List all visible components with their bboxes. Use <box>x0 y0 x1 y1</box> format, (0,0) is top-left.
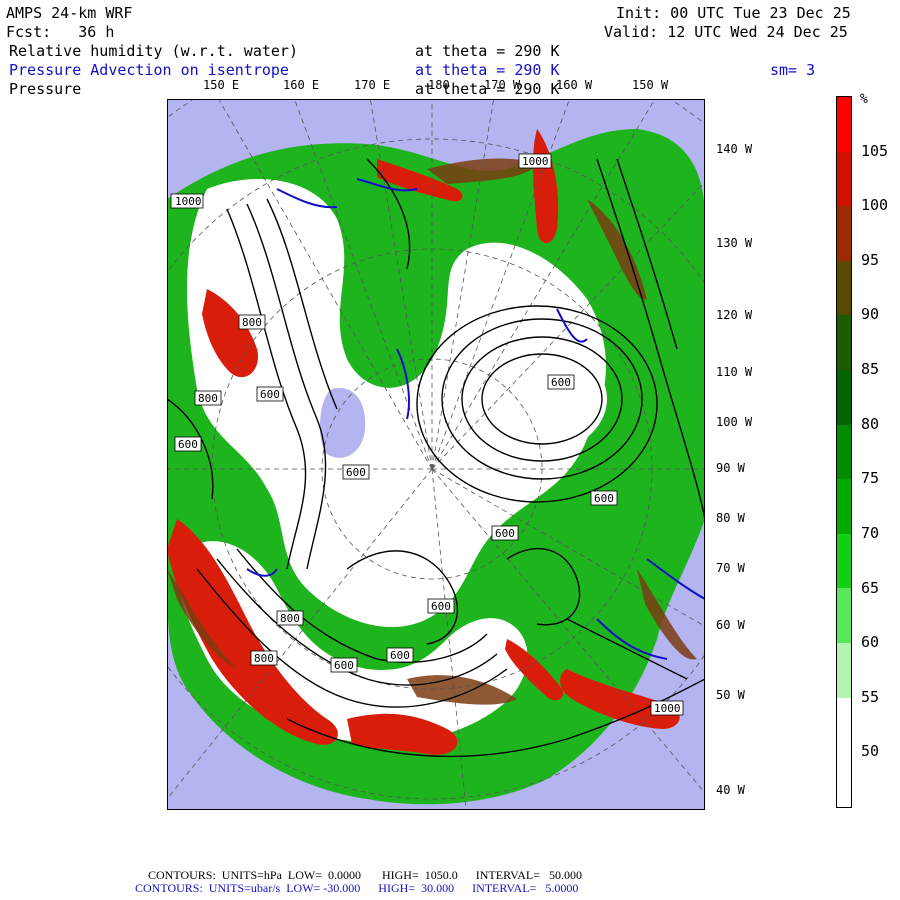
colorbar-segment <box>837 315 851 371</box>
contour-label: 800 <box>280 612 300 625</box>
side-lon-label: 100 W <box>716 415 753 429</box>
colorbar-label: 90 <box>861 305 880 324</box>
colorbar-segment <box>837 752 851 807</box>
valid-time: Valid: 12 UTC Wed 24 Dec 25 <box>604 23 848 41</box>
contour-label: 1000 <box>175 195 202 208</box>
field-rh-level: at theta = 290 K <box>415 42 560 60</box>
contour-label: 600 <box>178 438 198 451</box>
colorbar-label: 105 <box>861 141 889 160</box>
colorbar-segment <box>837 479 851 534</box>
colorbar-segment <box>837 424 851 480</box>
forecast-hour: Fcst: 36 h <box>6 23 115 41</box>
contour-label: 1000 <box>654 702 681 715</box>
side-lon-label: 80 W <box>716 511 745 525</box>
lon-label: 150 W <box>632 78 669 92</box>
colorbar-label: 55 <box>861 687 880 706</box>
lon-label: 170 E <box>354 78 391 92</box>
model-title: AMPS 24-km WRF <box>6 4 133 22</box>
colorbar-segment <box>837 206 851 261</box>
colorbar-unit: % <box>860 92 868 107</box>
colorbar-label: 80 <box>861 414 880 433</box>
smoothing-label: sm= 3 <box>770 61 816 79</box>
colorbar <box>836 96 852 808</box>
side-lon-label: 110 W <box>716 365 753 379</box>
side-lon-label: 130 W <box>716 236 753 250</box>
colorbar-segment <box>837 643 851 698</box>
contour-label: 600 <box>431 600 451 613</box>
contour-label: 600 <box>390 649 410 662</box>
side-lon-label: 120 W <box>716 308 753 322</box>
field-padv-level: at theta = 290 K <box>415 61 560 79</box>
side-lon-label: 40 W <box>716 783 745 797</box>
contour-label: 800 <box>198 392 218 405</box>
footer-contours-advection: CONTOURS: UNITS=ubar/s LOW= -30.000 HIGH… <box>135 881 579 895</box>
side-lon-label: 70 W <box>716 561 745 575</box>
isentropic-map: 1000 800 800 600 600 600 600 600 600 600… <box>167 99 705 810</box>
contour-label: 1000 <box>522 155 549 168</box>
lon-label: 160 W <box>556 78 593 92</box>
colorbar-label: 60 <box>861 633 880 652</box>
lon-label: 170 W <box>484 78 521 92</box>
init-time: Init: 00 UTC Tue 23 Dec 25 <box>616 4 851 22</box>
field-pressure-name: Pressure <box>9 80 82 98</box>
side-lon-label: 90 W <box>716 461 745 475</box>
side-lon-label: 60 W <box>716 618 745 632</box>
colorbar-segment <box>837 697 851 753</box>
colorbar-segment <box>837 260 851 316</box>
contour-label: 600 <box>346 466 366 479</box>
contour-label: 800 <box>242 316 262 329</box>
contour-label: 600 <box>334 659 354 672</box>
lon-label: 160 E <box>283 78 320 92</box>
colorbar-segment <box>837 533 851 589</box>
contour-label: 800 <box>254 652 274 665</box>
colorbar-label: 75 <box>861 469 880 488</box>
colorbar-segment <box>837 370 851 425</box>
colorbar-label: 65 <box>861 578 880 597</box>
field-rh-name: Relative humidity (w.r.t. water) <box>9 42 298 60</box>
side-lon-label: 140 W <box>716 142 753 156</box>
colorbar-segment <box>837 97 851 152</box>
contour-label: 600 <box>551 376 571 389</box>
colorbar-segment <box>837 588 851 644</box>
colorbar-label: 50 <box>861 742 880 761</box>
contour-label: 600 <box>594 492 614 505</box>
contour-label: 600 <box>495 527 515 540</box>
lon-label: 150 E <box>203 78 240 92</box>
colorbar-label: 85 <box>861 360 880 379</box>
contour-label: 600 <box>260 388 280 401</box>
field-padv-name: Pressure Advection on isentrope <box>9 61 289 79</box>
lon-label: 180 <box>428 78 450 92</box>
colorbar-label: 70 <box>861 523 880 542</box>
colorbar-label: 100 <box>861 196 889 215</box>
colorbar-label: 95 <box>861 250 880 269</box>
side-lon-label: 50 W <box>716 688 745 702</box>
colorbar-segment <box>837 151 851 207</box>
low-rh-patch <box>320 388 366 458</box>
